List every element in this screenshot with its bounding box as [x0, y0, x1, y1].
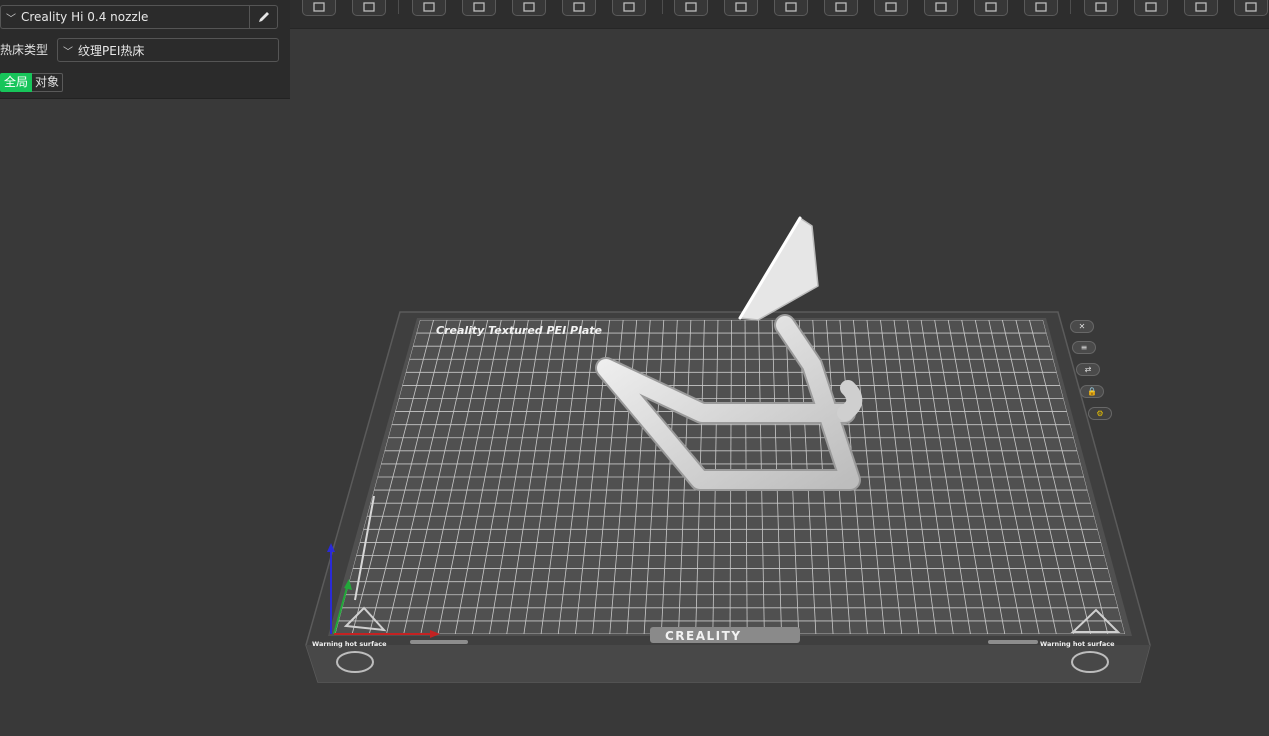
support-paint-icon: [1095, 1, 1107, 12]
chevron-down-icon: ﹀: [63, 46, 73, 58]
bed-type-label: 热床类型: [0, 43, 49, 57]
assembly-button[interactable]: [824, 0, 858, 16]
edit-printer-button[interactable]: [249, 5, 278, 29]
toolbar-separator: [662, 0, 663, 14]
lay-on-face-icon: [473, 1, 485, 12]
seam-paint-button[interactable]: [924, 0, 958, 16]
printer-name: Creality Hi 0.4 nozzle: [21, 10, 149, 24]
auto-arrange-icon: [573, 1, 585, 12]
lay-on-face-button[interactable]: [462, 0, 496, 16]
view-settings-button[interactable]: [1234, 0, 1268, 16]
warning-left: Warning hot surface: [312, 640, 387, 648]
plate-title: Creality Textured PEI Plate: [436, 324, 603, 337]
printer-select[interactable]: ﹀ Creality Hi 0.4 nozzle: [0, 5, 249, 29]
toggle-global[interactable]: 全局: [0, 73, 33, 92]
top-toolbar: [290, 0, 1269, 29]
orient-icon: [423, 1, 435, 12]
3d-viewport[interactable]: Creality Textured PEI Plate CREALITY War…: [0, 0, 1269, 736]
bed-type-value: 纹理PEI热床: [78, 43, 145, 58]
plate-settings-icon[interactable]: ≡: [1072, 341, 1096, 354]
pencil-icon: [258, 12, 269, 22]
add-object-button[interactable]: [302, 0, 336, 16]
cut-icon: [735, 1, 747, 12]
paint-support-icon: [523, 1, 535, 12]
cut-button[interactable]: [724, 0, 758, 16]
hollow-button[interactable]: [874, 0, 908, 16]
delete-plate-icon[interactable]: ✕: [1070, 320, 1094, 333]
toolbar-separator: [398, 0, 399, 14]
auto-arrange-button[interactable]: [562, 0, 596, 16]
toggle-object[interactable]: 对象: [32, 73, 64, 92]
arrange-grid-icon: [363, 1, 375, 12]
paint-support-button[interactable]: [512, 0, 546, 16]
toolbar-separator: [1070, 0, 1071, 14]
plate-brand: CREALITY: [665, 629, 742, 643]
hollow-icon: [885, 1, 897, 12]
add-object-icon: [313, 1, 325, 12]
layer-icon: [1195, 1, 1207, 12]
arrange-plate-icon[interactable]: ⇄: [1076, 363, 1100, 376]
bed-type-select[interactable]: ﹀ 纹理PEI热床: [57, 38, 279, 62]
split-objects-button[interactable]: [674, 0, 708, 16]
warning-right: Warning hot surface: [1040, 640, 1115, 648]
support-paint-button[interactable]: [1084, 0, 1118, 16]
settings-panel: ﹀ Creality Hi 0.4 nozzle 热床类型 ﹀ 纹理PEI热床 …: [0, 0, 290, 99]
assembly-icon: [835, 1, 847, 12]
fdm-supports-button[interactable]: [1134, 0, 1168, 16]
fdm-supports-icon: [1145, 1, 1157, 12]
chevron-down-icon: ﹀: [6, 13, 16, 25]
orient-button[interactable]: [412, 0, 446, 16]
layer-button[interactable]: [1184, 0, 1218, 16]
scope-toggle: 全局 对象: [0, 73, 64, 92]
plate-gear-icon[interactable]: ⚙: [1088, 407, 1112, 420]
seam-paint-icon: [935, 1, 947, 12]
text-emboss-button[interactable]: [974, 0, 1008, 16]
view-settings-icon: [1245, 1, 1257, 12]
split-objects-icon: [685, 1, 697, 12]
measure-button[interactable]: [774, 0, 808, 16]
boolean-icon: [1035, 1, 1047, 12]
slice-plate-icon: [623, 1, 635, 12]
text-emboss-icon: [985, 1, 997, 12]
boolean-button[interactable]: [1024, 0, 1058, 16]
lock-plate-icon[interactable]: 🔒: [1080, 385, 1104, 398]
slice-plate-button[interactable]: [612, 0, 646, 16]
arrange-grid-button[interactable]: [352, 0, 386, 16]
measure-icon: [785, 1, 797, 12]
